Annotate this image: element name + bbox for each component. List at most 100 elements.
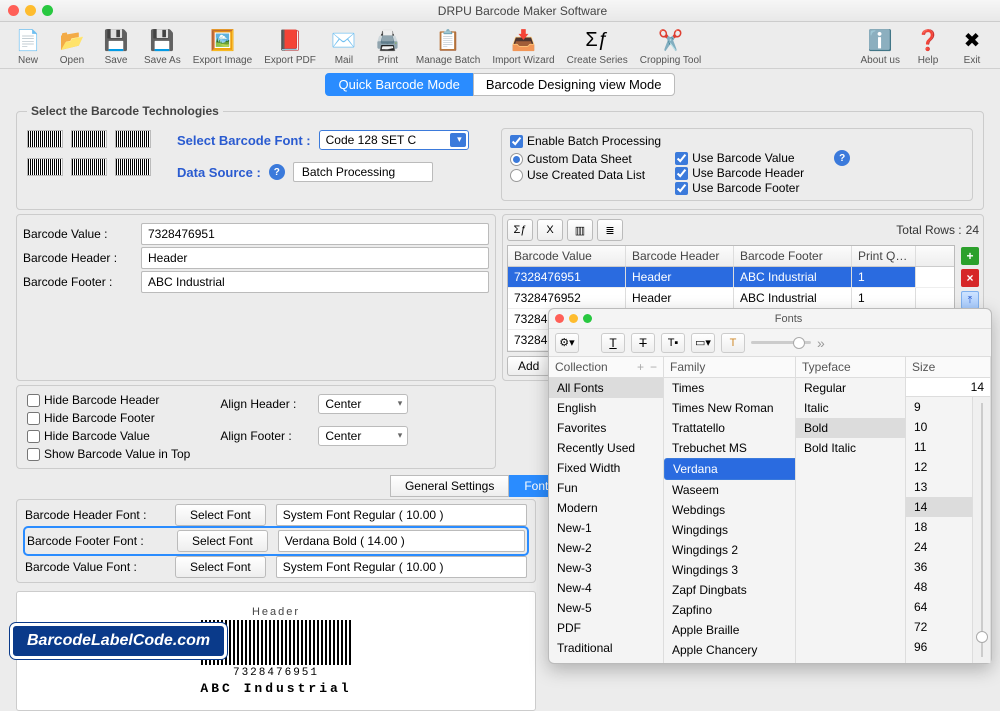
list-item[interactable]: New-3 xyxy=(549,558,663,578)
formula-button[interactable]: Σƒ xyxy=(507,219,533,241)
size-value[interactable]: 14 xyxy=(906,378,990,397)
page-color-button[interactable]: ▭▾ xyxy=(691,333,715,353)
barcode-font-select[interactable]: Code 128 SET C xyxy=(319,130,469,150)
barcode-thumb[interactable] xyxy=(71,158,107,176)
add-collection-button[interactable]: + xyxy=(637,360,644,374)
list-item[interactable]: 36 xyxy=(906,557,972,577)
enable-batch-checkbox[interactable] xyxy=(510,135,523,148)
add-row-button[interactable]: + xyxy=(961,247,979,265)
align-footer-select[interactable]: Center xyxy=(318,426,408,446)
list-item[interactable]: Italic xyxy=(796,398,905,418)
list-item[interactable]: 48 xyxy=(906,577,972,597)
export-image-button[interactable]: 🖼️Export Image xyxy=(193,26,252,66)
zoom-icon[interactable] xyxy=(583,314,592,323)
save-as-button[interactable]: 💾Save As xyxy=(144,26,181,66)
list-item[interactable]: Times xyxy=(664,378,795,398)
mail-button[interactable]: ✉️Mail xyxy=(328,26,360,66)
table-header[interactable]: Barcode Header xyxy=(626,246,734,266)
select-value-font-button[interactable]: Select Font xyxy=(175,556,266,578)
list-item[interactable]: 14 xyxy=(906,497,972,517)
tab-designing-mode[interactable]: Barcode Designing view Mode xyxy=(473,73,675,96)
create-series-button[interactable]: ΣƒCreate Series xyxy=(567,26,628,66)
list-item[interactable]: New-4 xyxy=(549,578,663,598)
list-item[interactable]: PDF xyxy=(549,618,663,638)
cropping-tool-button[interactable]: ✂️Cropping Tool xyxy=(640,26,702,66)
help-icon[interactable]: ? xyxy=(269,164,285,180)
close-icon[interactable] xyxy=(555,314,564,323)
open-button[interactable]: 📂Open xyxy=(56,26,88,66)
list-item[interactable]: All Fonts xyxy=(549,378,663,398)
list-item[interactable]: Trattatello xyxy=(664,418,795,438)
list-item[interactable]: 64 xyxy=(906,597,972,617)
select-footer-font-button[interactable]: Select Font xyxy=(177,530,268,552)
barcode-thumb[interactable] xyxy=(71,130,107,148)
hide-value-checkbox[interactable] xyxy=(27,430,40,443)
list-item[interactable]: 11 xyxy=(906,437,972,457)
delete-row-button[interactable]: × xyxy=(961,269,979,287)
use-footer-checkbox[interactable] xyxy=(675,182,688,195)
move-top-button[interactable]: ⤒ xyxy=(961,291,979,309)
barcode-thumb[interactable] xyxy=(27,130,63,148)
select-header-font-button[interactable]: Select Font xyxy=(175,504,266,526)
tab-quick-mode[interactable]: Quick Barcode Mode xyxy=(325,73,472,96)
table-row[interactable]: 7328476952HeaderABC Industrial1 xyxy=(508,288,954,309)
tab-general-settings[interactable]: General Settings xyxy=(390,475,509,497)
list-item[interactable]: Regular xyxy=(796,378,905,398)
use-value-checkbox[interactable] xyxy=(675,152,688,165)
list-item[interactable]: New-2 xyxy=(549,538,663,558)
help-button[interactable]: ❓Help xyxy=(912,26,944,66)
custom-sheet-radio[interactable] xyxy=(510,153,523,166)
export-pdf-button[interactable]: 📕Export PDF xyxy=(264,26,316,66)
align-header-select[interactable]: Center xyxy=(318,394,408,414)
list-item[interactable]: New-1 xyxy=(549,518,663,538)
list-item[interactable]: Wingdings 3 xyxy=(664,560,795,580)
list-item[interactable]: Bold Italic xyxy=(796,438,905,458)
list-item[interactable]: Favorites xyxy=(549,418,663,438)
gear-icon[interactable]: ⚙▾ xyxy=(555,333,579,353)
list-item[interactable]: Apple Color Emoji xyxy=(664,660,795,663)
size-slider[interactable] xyxy=(751,341,811,344)
list-item[interactable]: Wingdings xyxy=(664,520,795,540)
list-item[interactable]: Bold xyxy=(796,418,905,438)
list-item[interactable]: Trebuchet MS xyxy=(664,438,795,458)
list-item[interactable]: 12 xyxy=(906,457,972,477)
list-item[interactable]: English xyxy=(549,398,663,418)
hide-header-checkbox[interactable] xyxy=(27,394,40,407)
save-button[interactable]: 💾Save xyxy=(100,26,132,66)
barcode-footer-input[interactable] xyxy=(141,271,489,293)
list-item[interactable]: 18 xyxy=(906,517,972,537)
list-item[interactable]: 96 xyxy=(906,637,972,657)
more-icon[interactable]: » xyxy=(817,335,825,351)
sheet-button[interactable]: ▥ xyxy=(567,219,593,241)
list-item[interactable]: 10 xyxy=(906,417,972,437)
list-item[interactable]: Verdana xyxy=(664,458,795,480)
barcode-thumb[interactable] xyxy=(27,158,63,176)
use-header-checkbox[interactable] xyxy=(675,167,688,180)
minimize-icon[interactable] xyxy=(569,314,578,323)
table-row[interactable]: 7328476951HeaderABC Industrial1 xyxy=(508,267,954,288)
table-header[interactable]: Print Qua... xyxy=(852,246,916,266)
strike-button[interactable]: T xyxy=(631,333,655,353)
barcode-header-input[interactable] xyxy=(141,247,489,269)
list-item[interactable]: Apple Braille xyxy=(664,620,795,640)
list-item[interactable]: 13 xyxy=(906,477,972,497)
list-button[interactable]: ≣ xyxy=(597,219,623,241)
hide-footer-checkbox[interactable] xyxy=(27,412,40,425)
typography-button[interactable]: T xyxy=(721,333,745,353)
size-vertical-slider[interactable] xyxy=(972,397,990,663)
list-item[interactable]: 72 xyxy=(906,617,972,637)
about-us-button[interactable]: ℹ️About us xyxy=(861,26,900,66)
remove-collection-button[interactable]: − xyxy=(650,360,657,374)
list-item[interactable]: Fun xyxy=(549,478,663,498)
text-color-button[interactable]: T▪ xyxy=(661,333,685,353)
list-item[interactable]: Waseem xyxy=(664,480,795,500)
list-item[interactable]: Webdings xyxy=(664,500,795,520)
created-list-radio[interactable] xyxy=(510,169,523,182)
import-wizard-button[interactable]: 📥Import Wizard xyxy=(492,26,554,66)
close-icon[interactable] xyxy=(8,5,19,16)
list-item[interactable]: Zapfino xyxy=(664,600,795,620)
list-item[interactable]: 24 xyxy=(906,537,972,557)
list-item[interactable]: New-5 xyxy=(549,598,663,618)
print-button[interactable]: 🖨️Print xyxy=(372,26,404,66)
zoom-icon[interactable] xyxy=(42,5,53,16)
